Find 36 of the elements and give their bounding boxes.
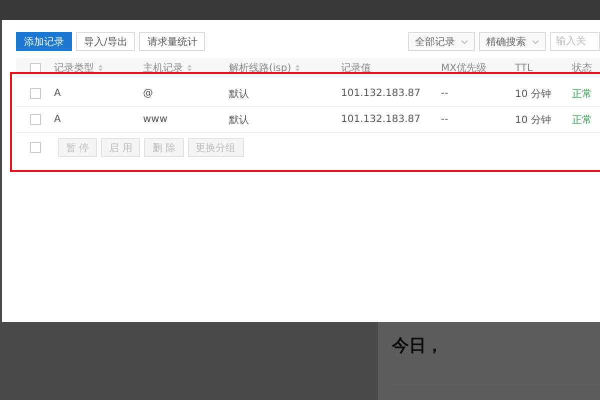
column-header: 解析线路(isp)	[229, 62, 292, 75]
dropdown[interactable]: 精确搜索	[479, 32, 546, 51]
dropdown[interactable]: 全部记录	[408, 32, 475, 51]
toolbar-button[interactable]: 导入/导出	[76, 32, 136, 51]
sort-icon[interactable]	[98, 64, 103, 72]
search-field[interactable]: 输入关	[550, 32, 600, 51]
column-header: MX优先级	[441, 62, 486, 75]
checkbox[interactable]	[30, 142, 40, 153]
status-text: 正常	[572, 114, 592, 126]
table-cell: --	[441, 114, 448, 125]
status-text: 正常	[572, 88, 592, 100]
toolbar-button[interactable]: 添加记录	[16, 32, 72, 51]
table-cell: @	[143, 88, 153, 99]
checkbox[interactable]	[30, 88, 40, 99]
table-cell-text: 默认	[229, 88, 249, 100]
column-header: 主机记录	[143, 62, 183, 75]
chevron-icon	[461, 40, 468, 44]
chevron-icon	[532, 40, 539, 44]
column-header: 记录类型	[54, 62, 94, 75]
table-cell-text: 10 分钟	[515, 88, 551, 100]
toolbar-button[interactable]: 请求量统计	[139, 32, 206, 51]
column-header: 记录值	[341, 62, 371, 75]
checkbox[interactable]	[30, 62, 40, 74]
table-cell: www	[143, 114, 168, 125]
checkbox[interactable]	[30, 114, 40, 125]
table-cell: 101.132.183.87	[341, 88, 421, 99]
table-cell: 101.132.183.87	[341, 114, 421, 125]
table-cell-text: 默认	[229, 114, 249, 126]
table-cell-text: 10 分钟	[515, 114, 551, 126]
column-header: TTL	[515, 62, 533, 74]
sort-icon[interactable]	[187, 64, 192, 72]
table-cell: A	[54, 114, 61, 125]
sort-icon[interactable]	[295, 64, 300, 72]
panel-heading: 今日，	[392, 335, 444, 357]
table-cell: --	[441, 88, 448, 99]
table-cell: A	[54, 88, 61, 99]
